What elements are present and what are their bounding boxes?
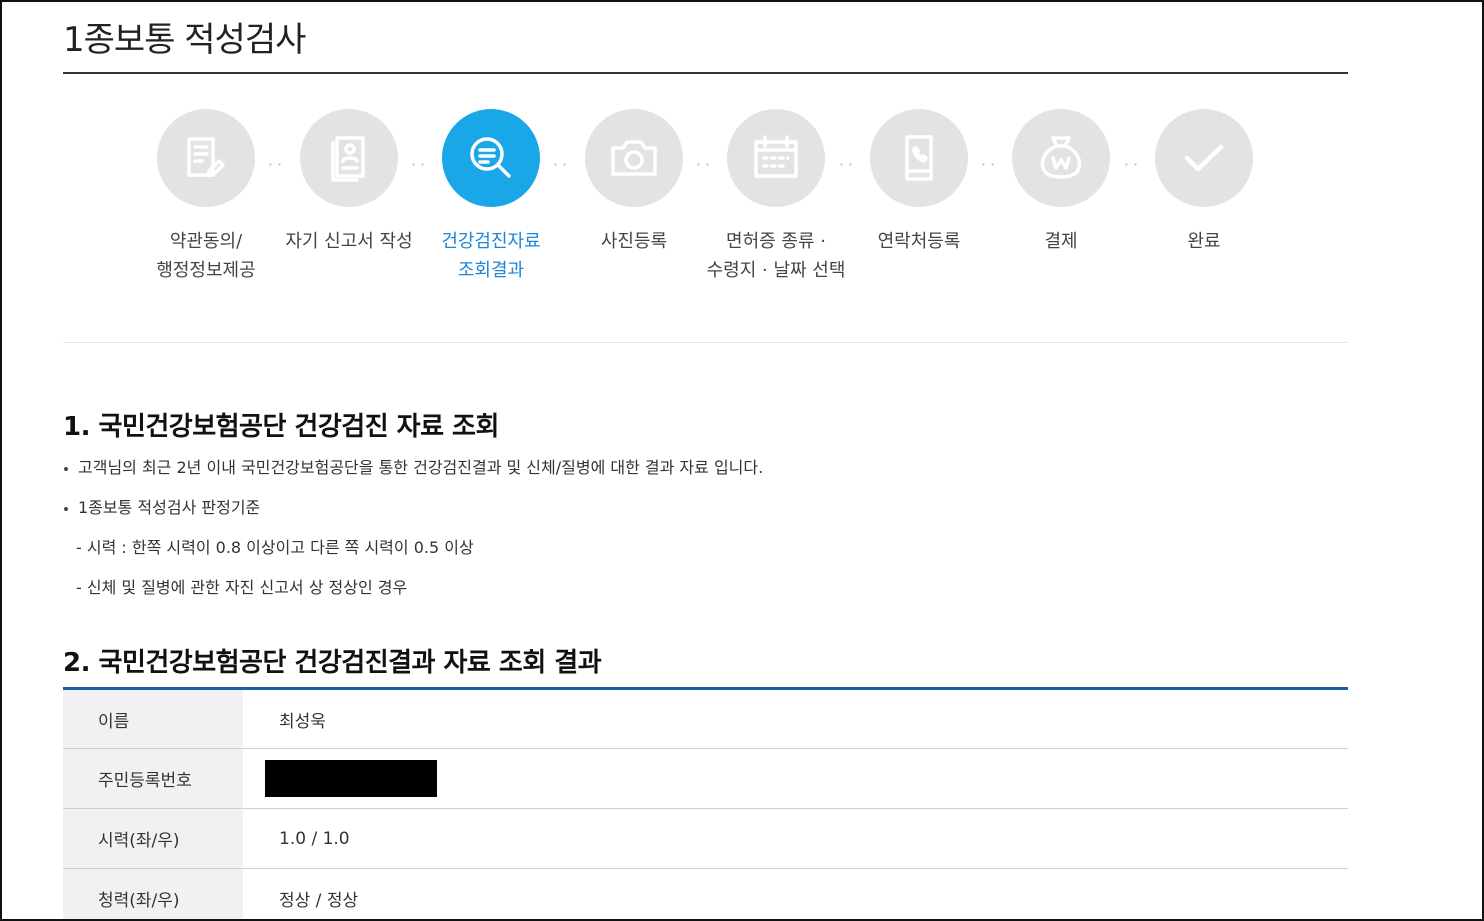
table-row: 청력(좌/우) 정상 / 정상 xyxy=(63,868,1348,919)
step-label-line1: 건강검진자료 xyxy=(441,231,541,252)
step-label-line1: 결제 xyxy=(1044,231,1078,252)
step-progress: 약관동의/ 행정정보제공 ·· 자기 신고서 작성 ·· 건강검진자료 조회결과… xyxy=(63,109,1348,309)
row-value xyxy=(243,749,1348,809)
row-value: 최성욱 xyxy=(279,711,326,732)
step-label-line1: 약관동의/ xyxy=(169,231,243,252)
row-label: 주민등록번호 xyxy=(63,748,243,809)
step-label-line1: 자기 신고서 작성 xyxy=(285,231,413,252)
section1-title: 1. 국민건강보험공단 건강검진 자료 조회 xyxy=(63,412,499,442)
table-row: 시력(좌/우) 1.0 / 1.0 xyxy=(63,808,1348,869)
info-subitem: - 신체 및 질병에 관한 자진 신고서 상 정상인 경우 xyxy=(76,578,408,597)
table-row: 이름 최성욱 xyxy=(63,688,1348,749)
step-label-line1: 면허증 종류 · xyxy=(726,231,826,252)
calendar-icon xyxy=(727,109,825,207)
phone-icon xyxy=(870,109,968,207)
redaction-block xyxy=(265,760,437,797)
row-label: 이름 xyxy=(63,688,243,749)
user-file-icon xyxy=(300,109,398,207)
row-label: 시력(좌/우) xyxy=(63,808,243,869)
step-label-line2: 행정정보제공 xyxy=(156,260,256,281)
section2-title: 2. 국민건강보험공단 건강검진결과 자료 조회 결과 xyxy=(63,648,602,678)
search-document-icon xyxy=(442,109,540,207)
step-license-type: 면허증 종류 · 수령지 · 날짜 선택 xyxy=(696,109,856,285)
document-pen-icon xyxy=(157,109,255,207)
step-label-line1: 연락처등록 xyxy=(877,231,961,252)
info-list: 고객님의 최근 2년 이내 국민건강보험공단을 통한 건강검진결과 및 신체/질… xyxy=(63,454,763,614)
camera-icon xyxy=(585,109,683,207)
step-label-line2: 수령지 · 날짜 선택 xyxy=(706,260,846,281)
step-payment: 결제 xyxy=(981,109,1141,256)
check-icon xyxy=(1155,109,1253,207)
info-item: 고객님의 최근 2년 이내 국민건강보험공단을 통한 건강검진결과 및 신체/질… xyxy=(63,454,763,494)
step-self-report: 자기 신고서 작성 xyxy=(269,109,429,256)
row-label: 청력(좌/우) xyxy=(63,868,243,919)
step-label-line2: 조회결과 xyxy=(457,260,525,281)
step-photo: 사진등록 xyxy=(554,109,714,256)
table-row: 주민등록번호 xyxy=(63,748,1348,809)
step-contact: 연락처등록 xyxy=(839,109,999,256)
step-terms: 약관동의/ 행정정보제공 xyxy=(126,109,286,285)
step-label-line1: 완료 xyxy=(1187,231,1221,252)
row-value: 정상 / 정상 xyxy=(279,891,359,911)
step-complete: 완료 xyxy=(1124,109,1284,256)
info-item: 1종보통 적성검사 판정기준 xyxy=(63,494,763,534)
title-divider xyxy=(63,72,1348,74)
steps-divider xyxy=(63,342,1348,343)
row-value: 1.0 / 1.0 xyxy=(279,828,350,849)
step-health-check: 건강검진자료 조회결과 xyxy=(411,109,571,285)
info-subitem: - 시력 : 한쪽 시력이 0.8 이상이고 다른 쪽 시력이 0.5 이상 xyxy=(76,538,474,557)
result-table: 이름 최성욱 주민등록번호 시력(좌/우) 1.0 / 1.0 청력(좌/우) … xyxy=(63,687,1348,919)
page-frame: 1종보통 적성검사 약관동의/ 행정정보제공 ·· 자기 신고서 작성 ·· 건… xyxy=(0,0,1484,921)
money-bag-icon xyxy=(1012,109,1110,207)
page-title: 1종보통 적성검사 xyxy=(63,20,306,60)
step-label-line1: 사진등록 xyxy=(600,231,668,252)
